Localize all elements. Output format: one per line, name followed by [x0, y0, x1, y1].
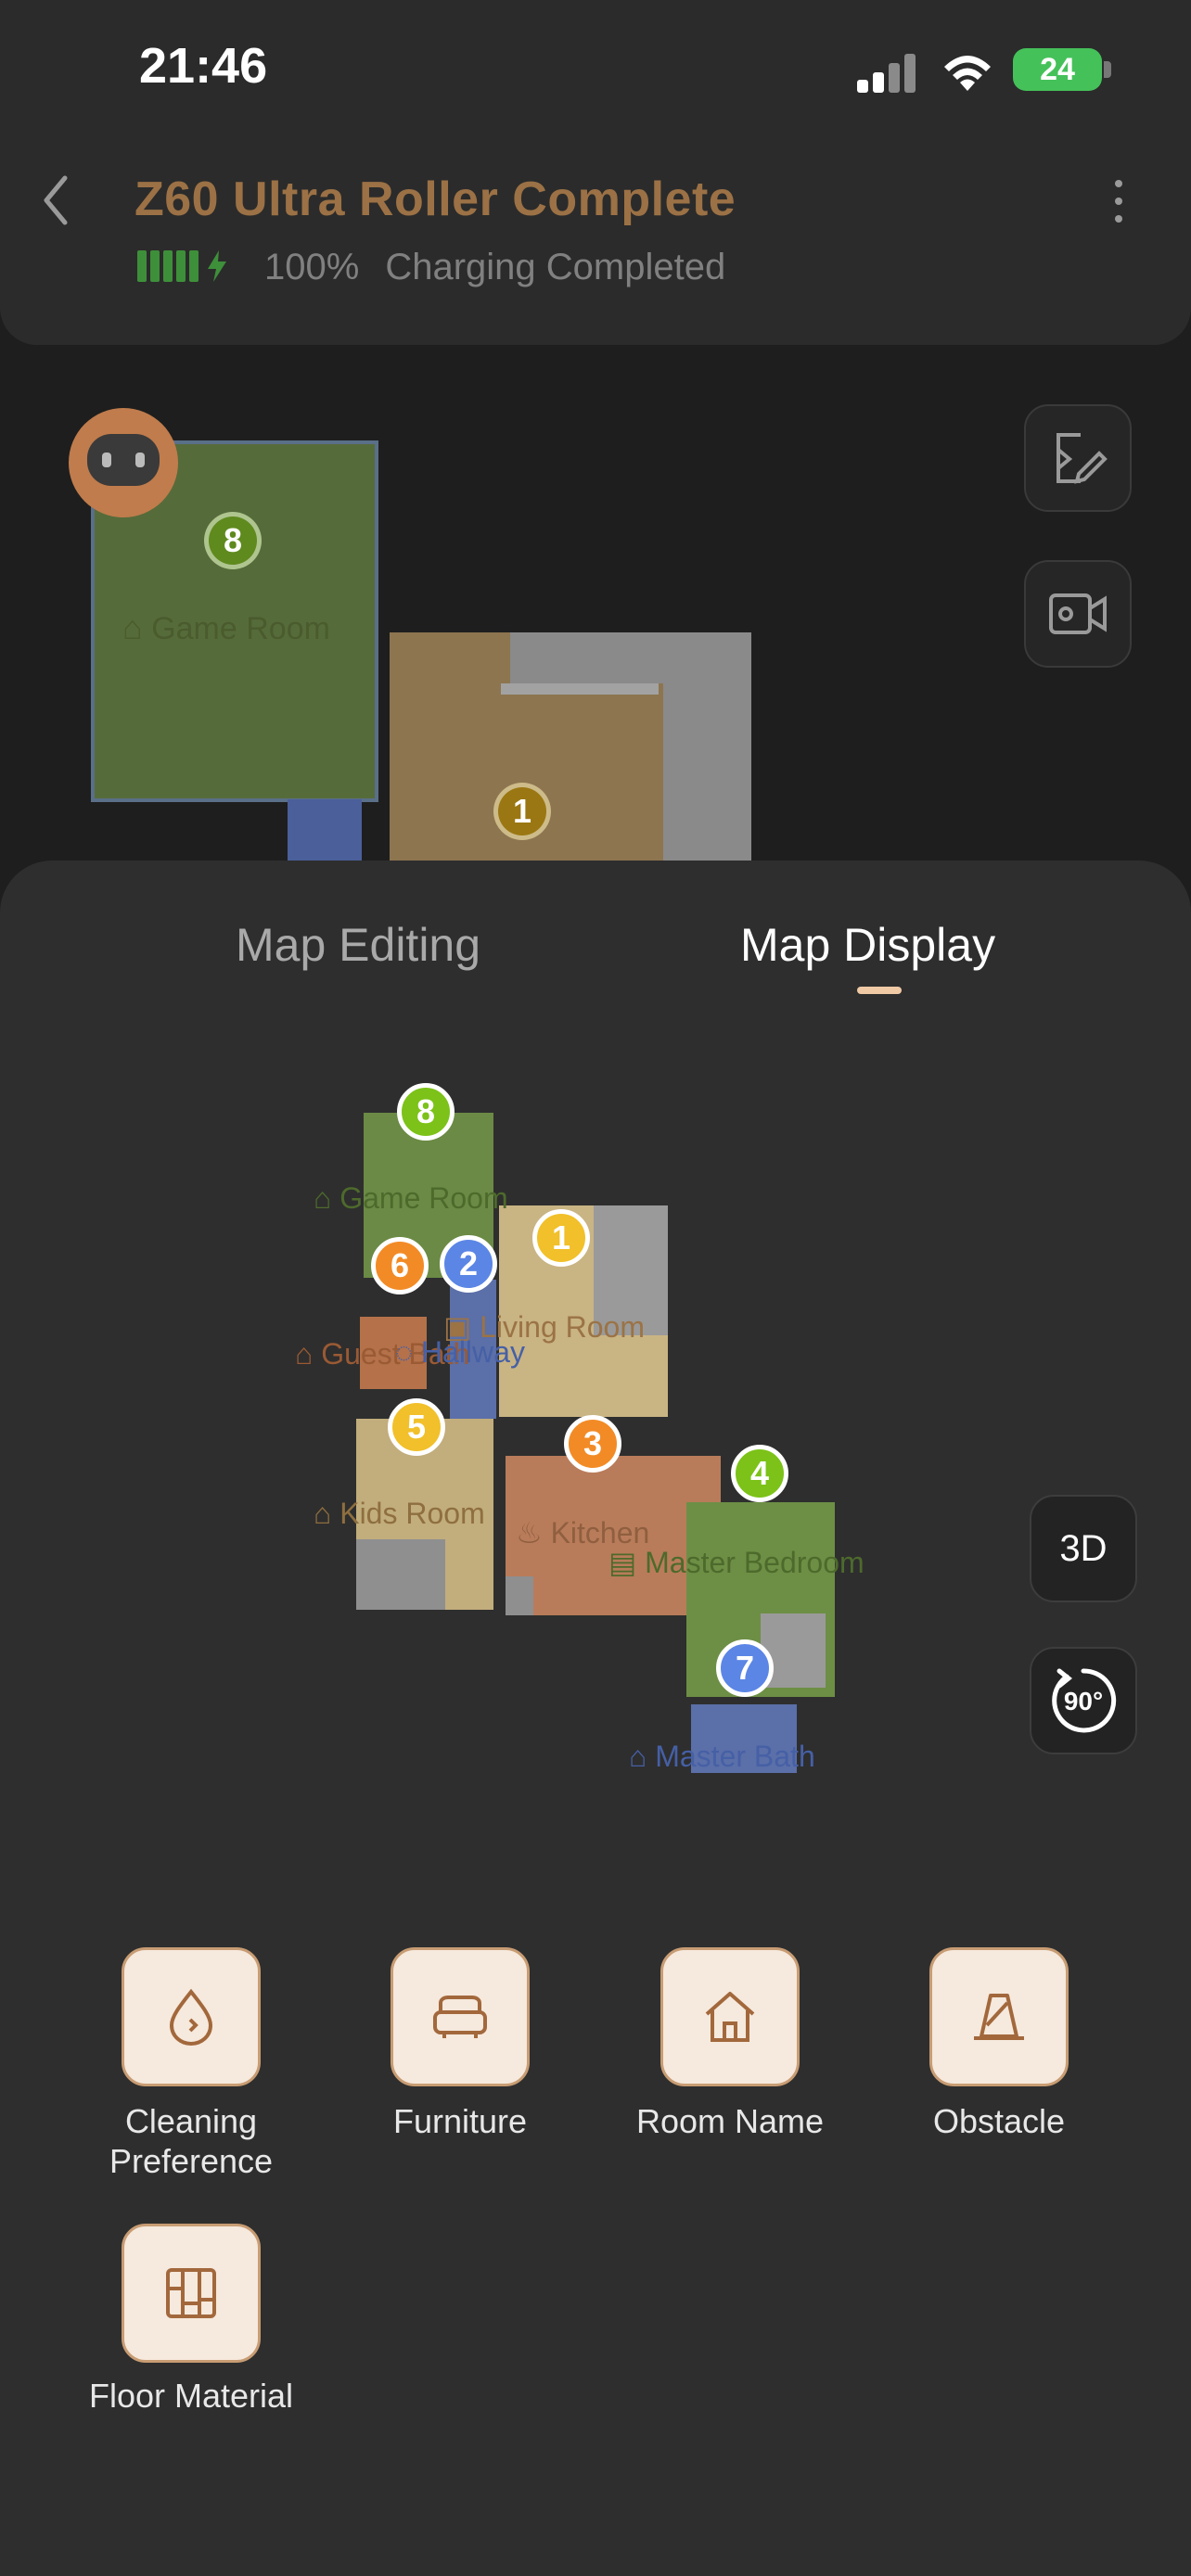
cleaning-preference-label: Cleaning Preference	[109, 2102, 274, 2180]
furniture-label: Furniture	[392, 2102, 528, 2140]
room-pin-6[interactable]: 6	[371, 1237, 429, 1294]
room-pin-3[interactable]: 3	[564, 1415, 621, 1473]
house-icon	[705, 1992, 755, 2042]
furniture-button[interactable]	[391, 1947, 530, 2086]
floor-material-button[interactable]	[122, 2224, 261, 2363]
room-pin-8[interactable]: 8	[397, 1083, 455, 1141]
floor-tile-icon	[166, 2268, 216, 2318]
room-label-kids-room: ⌂ Kids Room	[314, 1497, 485, 1530]
rotate-icon: 90°	[1052, 1668, 1117, 1733]
room-label-game-room: ⌂ Game Room	[314, 1181, 508, 1215]
floor-material-label: Floor Material	[88, 2377, 294, 2415]
water-drop-icon	[169, 1988, 213, 2047]
room-name-label: Room Name	[635, 2102, 825, 2140]
obstacle-button[interactable]	[929, 1947, 1069, 2086]
room-label-master-bedroom: ▤ Master Bedroom	[608, 1546, 864, 1579]
floor-plan-map[interactable]	[0, 0, 1191, 1855]
room-name-button[interactable]	[660, 1947, 800, 2086]
room-pin-1[interactable]: 1	[532, 1209, 590, 1267]
room-label-master-bath: ⌂ Master Bath	[629, 1740, 815, 1773]
rotate-label: 90°	[1064, 1687, 1103, 1715]
cleaning-preference-button[interactable]	[122, 1947, 261, 2086]
sofa-icon	[433, 1996, 487, 2038]
cone-icon	[974, 1994, 1024, 2040]
room-pin-5[interactable]: 5	[388, 1398, 445, 1456]
room-pin-4[interactable]: 4	[731, 1445, 788, 1502]
rotate-90-button[interactable]: 90°	[1030, 1647, 1137, 1754]
room-label-hallway: ◌ Hallway	[395, 1335, 525, 1369]
room-pin-2[interactable]: 2	[440, 1235, 497, 1293]
obstacle-label: Obstacle	[932, 2102, 1066, 2140]
3d-label: 3D	[1059, 1527, 1108, 1569]
room-pin-7[interactable]: 7	[716, 1639, 774, 1697]
3d-view-button[interactable]: 3D	[1030, 1495, 1137, 1602]
